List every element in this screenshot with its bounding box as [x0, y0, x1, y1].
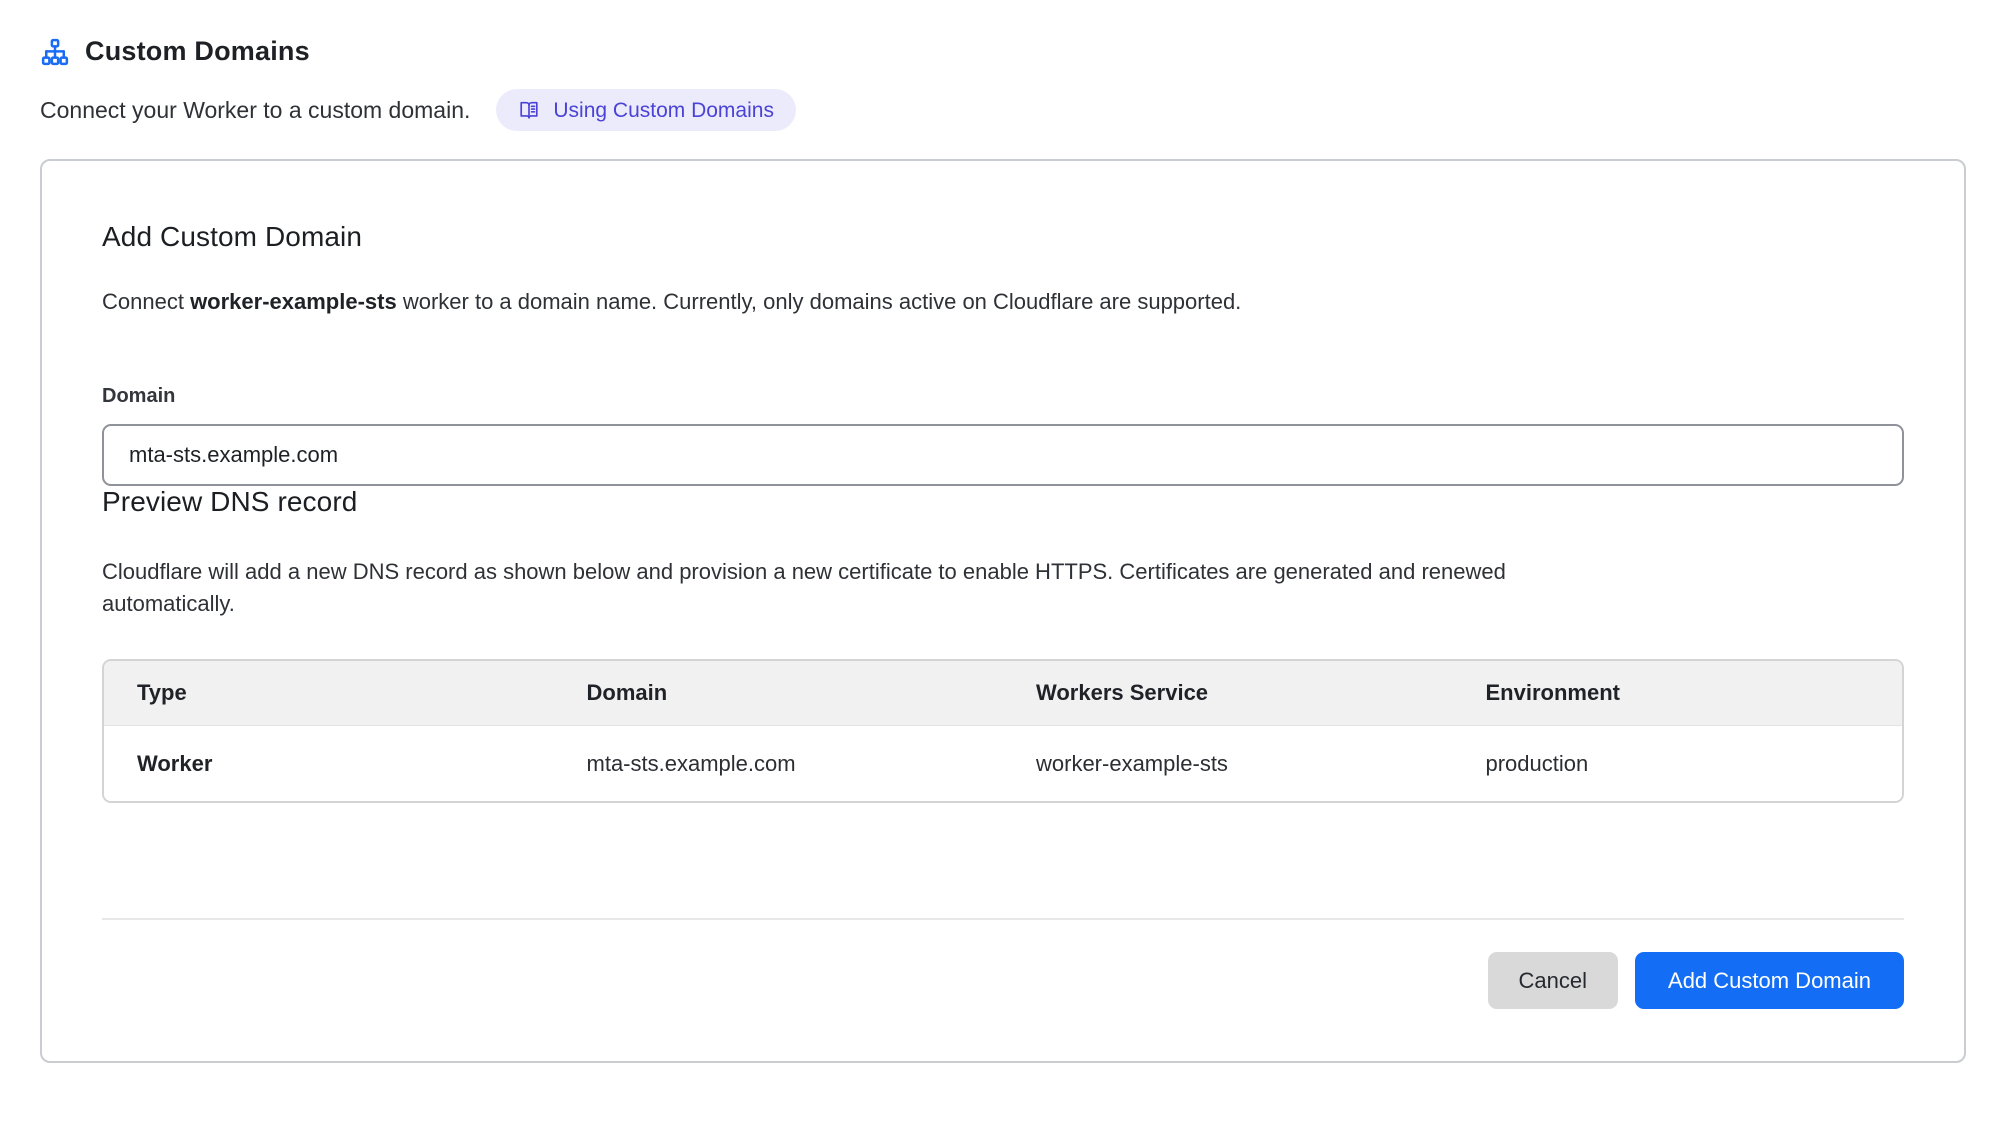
custom-domains-page: Custom Domains Connect your Worker to a …	[0, 0, 1999, 1063]
domain-label: Domain	[102, 385, 1904, 408]
table-header-row: Type Domain Workers Service Environment	[104, 661, 1902, 726]
page-title: Custom Domains	[85, 36, 310, 67]
intro-prefix: Connect	[102, 289, 190, 314]
preview-dns-heading: Preview DNS record	[102, 486, 1904, 518]
intro-suffix: worker to a domain name. Currently, only…	[397, 289, 1242, 314]
preview-dns-description: Cloudflare will add a new DNS record as …	[102, 556, 1632, 620]
domain-input[interactable]	[102, 424, 1904, 486]
intro-text: Connect worker-example-sts worker to a d…	[102, 289, 1904, 315]
page-header: Custom Domains	[40, 36, 1966, 67]
header-cell-type: Type	[104, 661, 554, 726]
cell-environment: production	[1453, 726, 1903, 802]
header-cell-environment: Environment	[1453, 661, 1903, 726]
cell-domain: mta-sts.example.com	[554, 726, 1004, 802]
header-cell-workers-service: Workers Service	[1003, 661, 1453, 726]
card-actions: Cancel Add Custom Domain	[102, 952, 1904, 1009]
table-row: Worker mta-sts.example.com worker-exampl…	[104, 726, 1902, 802]
card-heading: Add Custom Domain	[102, 221, 1904, 253]
page-subtitle: Connect your Worker to a custom domain.	[40, 97, 470, 124]
cell-workers-service: worker-example-sts	[1003, 726, 1453, 802]
cancel-button[interactable]: Cancel	[1488, 952, 1618, 1009]
footer-divider	[102, 918, 1904, 920]
docs-badge-link[interactable]: Using Custom Domains	[496, 89, 796, 131]
dns-preview-table: Type Domain Workers Service Environment …	[102, 659, 1904, 803]
worker-name: worker-example-sts	[190, 289, 397, 314]
book-open-icon	[518, 99, 540, 121]
page-subtitle-row: Connect your Worker to a custom domain. …	[40, 89, 1966, 131]
header-cell-domain: Domain	[554, 661, 1004, 726]
add-custom-domain-card: Add Custom Domain Connect worker-example…	[40, 159, 1966, 1063]
docs-badge-label: Using Custom Domains	[553, 100, 774, 121]
add-custom-domain-button[interactable]: Add Custom Domain	[1635, 952, 1904, 1009]
cell-type: Worker	[104, 726, 554, 802]
sitemap-icon	[40, 37, 70, 67]
